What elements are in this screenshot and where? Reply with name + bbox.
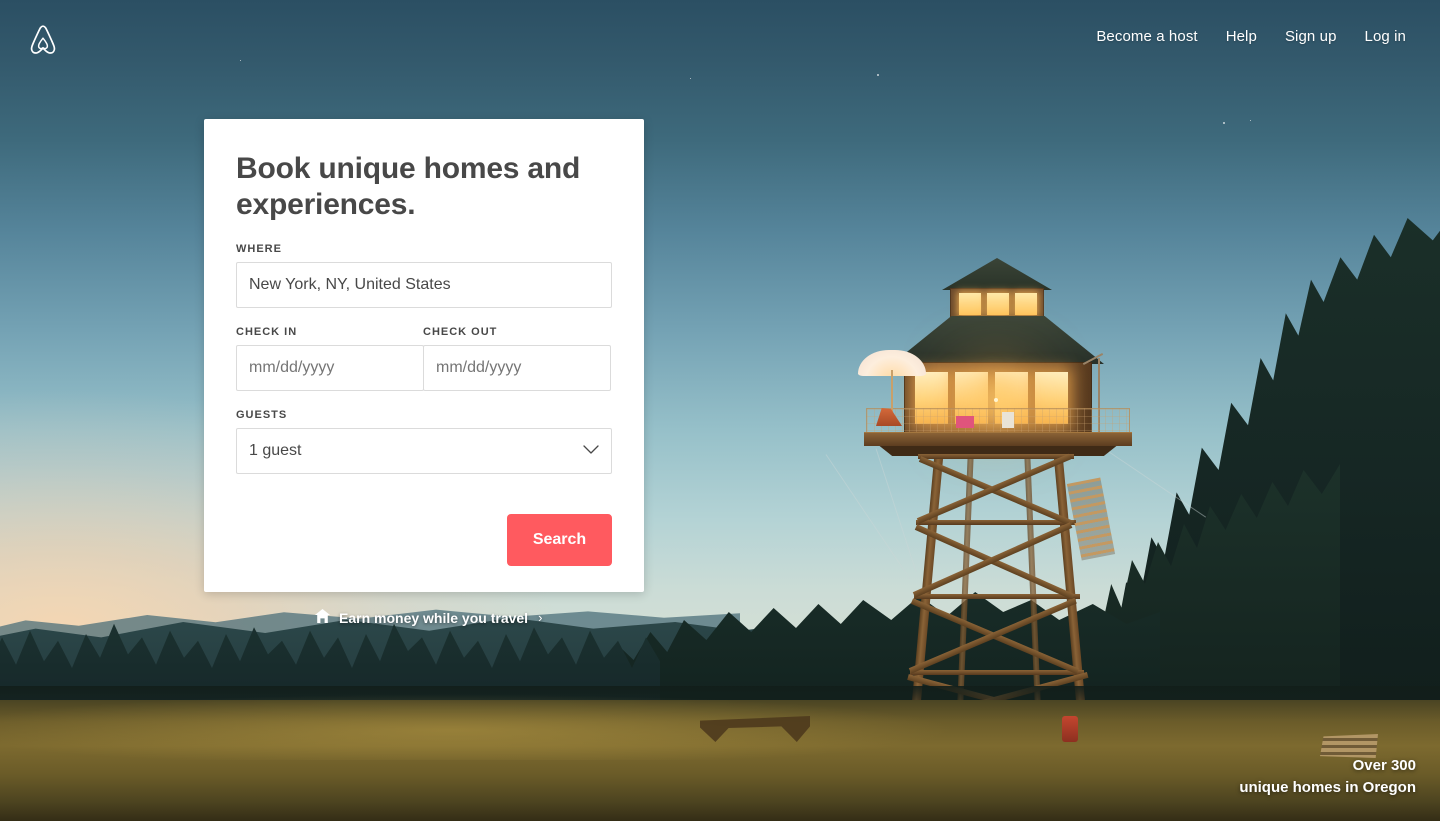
dates-inputs-row [236, 345, 612, 391]
guests-selected-value: 1 guest [249, 442, 302, 459]
nav-sign-up[interactable]: Sign up [1285, 28, 1337, 45]
umbrella-pole [891, 370, 893, 414]
star [1223, 122, 1225, 124]
guests-label: GUESTS [236, 409, 288, 421]
search-card: Book unique homes and experiences. WHERE… [204, 119, 644, 592]
caption-line-1: Over 300 [1352, 757, 1416, 774]
dates-field-group: CHECK IN CHECK OUT [236, 326, 612, 391]
cooler [956, 416, 974, 428]
cabin-roof [892, 316, 1104, 364]
window-sun-glare [994, 398, 998, 402]
earn-money-link[interactable]: Earn money while you travel › [314, 608, 542, 627]
airbnb-logo-icon[interactable] [26, 22, 60, 58]
house-icon [314, 608, 331, 627]
chevron-right-icon: › [538, 610, 543, 625]
cupola-roof [942, 258, 1052, 290]
guests-field-group: GUESTS 1 guest [236, 409, 612, 474]
star [1250, 120, 1251, 121]
where-field-group: WHERE [236, 243, 612, 308]
main-nav: Become a host Help Sign up Log in [1096, 28, 1406, 45]
tower-crossrail [914, 594, 1080, 599]
tower-crossrail [916, 520, 1076, 525]
tower-crossrail [918, 454, 1074, 459]
check-in-label: CHECK IN [236, 326, 298, 338]
cupola-window [987, 293, 1009, 315]
cupola-window [959, 293, 981, 315]
fire-lookout-tower [825, 258, 1207, 821]
check-out-label: CHECK OUT [423, 326, 498, 338]
tower-crossrail [910, 670, 1084, 675]
check-in-input[interactable] [236, 345, 424, 391]
where-label: WHERE [236, 243, 282, 255]
check-out-input[interactable] [423, 345, 611, 391]
site-header: Become a host Help Sign up Log in [0, 0, 1440, 80]
photo-caption: Over 300 unique homes in Oregon [1239, 755, 1416, 799]
nav-log-in[interactable]: Log in [1365, 28, 1406, 45]
dates-labels-row: CHECK IN CHECK OUT [236, 326, 612, 345]
red-barrel [1062, 716, 1078, 742]
deck-railing [866, 408, 1130, 434]
earn-money-label: Earn money while you travel [339, 609, 529, 626]
deck-floor [864, 432, 1132, 446]
cupola-window [1015, 293, 1037, 315]
chevron-down-icon [583, 442, 599, 460]
nav-become-a-host[interactable]: Become a host [1096, 28, 1197, 45]
where-input[interactable] [236, 262, 612, 308]
guests-select[interactable]: 1 guest [236, 428, 612, 474]
caption-line-2: unique homes in Oregon [1239, 779, 1416, 796]
page-title: Book unique homes and experiences. [236, 152, 581, 221]
deck-box [1002, 412, 1014, 428]
landing-page: Become a host Help Sign up Log in Book u… [0, 0, 1440, 821]
search-button[interactable]: Search [507, 514, 612, 566]
cupola [950, 288, 1044, 320]
nav-help[interactable]: Help [1226, 28, 1257, 45]
